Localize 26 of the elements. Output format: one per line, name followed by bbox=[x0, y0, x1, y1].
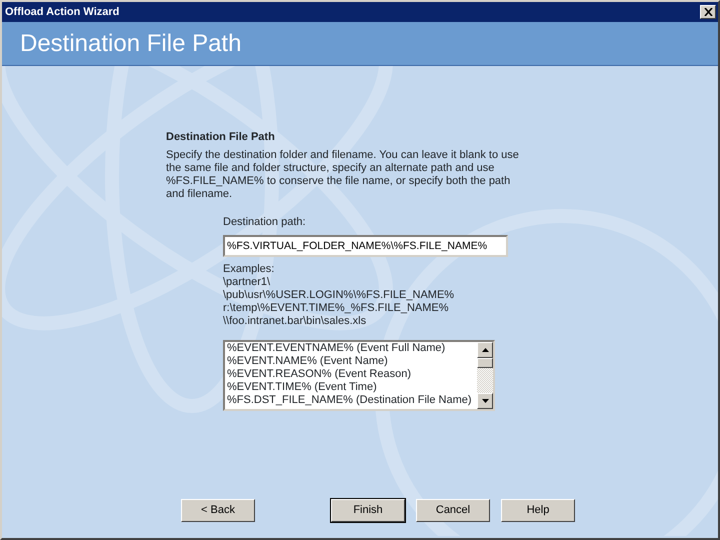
scroll-thumb[interactable] bbox=[477, 358, 493, 368]
list-item[interactable]: %EVENT.NAME% (Event Name) bbox=[227, 354, 388, 368]
list-item[interactable]: %FS.DST_FILE_NAME% (Destination File Name) bbox=[227, 394, 472, 407]
scrollbar[interactable] bbox=[477, 342, 493, 409]
list-item[interactable]: %EVENT.REASON% (Event Reason) bbox=[227, 368, 412, 381]
dialog-button[interactable]: Finish bbox=[331, 499, 405, 522]
example-text: \partner1\ bbox=[223, 276, 270, 289]
example-text: r:\temp\%EVENT.TIME%_%FS.FILE_NAME% bbox=[223, 302, 449, 315]
example-text: Examples: bbox=[223, 262, 274, 276]
example-text: \\foo.intranet.bar\bin\sales.xls bbox=[223, 314, 366, 328]
window-title: Offload Action Wizard bbox=[5, 4, 120, 20]
field-label: Destination path: bbox=[223, 215, 307, 230]
list-item[interactable]: %EVENT.EVENTNAME% (Event Full Name) bbox=[227, 342, 446, 355]
variables-listbox[interactable]: %EVENT.EVENTNAME% (Event Full Name) %EVENT.NAME% (Event Name) %EVENT.REASON% (Event Reason) %EVENT.TIME% (Event Time) %FS.DST_FILE_NAME% (Destination File Name) bbox=[223, 340, 495, 411]
close-icon[interactable] bbox=[700, 5, 716, 19]
list-item[interactable]: %EVENT.TIME% (Event Time) bbox=[227, 380, 377, 394]
scroll-down-icon[interactable] bbox=[477, 392, 493, 409]
description-text: Specify the destination folder and filename. You can leave it blank to use the same file and folder structure, specify an alternate path and use %FS.FILE_NAME% to conserve the file name, or specify both the path and filename. bbox=[166, 149, 520, 202]
dialog-button[interactable]: Cancel bbox=[416, 499, 490, 522]
example-text: \pub\usr\%USER.LOGIN%\%FS.FILE_NAME% bbox=[223, 288, 454, 302]
dialog-button[interactable]: < Back bbox=[181, 499, 255, 522]
input-field[interactable]: %FS.VIRTUAL_FOLDER_NAME%\%FS.FILE_NAME% bbox=[223, 234, 508, 257]
scroll-up-icon[interactable] bbox=[477, 342, 493, 358]
dialog-button[interactable]: Help bbox=[501, 499, 575, 522]
section-heading: Destination File Path bbox=[166, 131, 276, 144]
page-title: Destination File Path bbox=[20, 28, 242, 58]
